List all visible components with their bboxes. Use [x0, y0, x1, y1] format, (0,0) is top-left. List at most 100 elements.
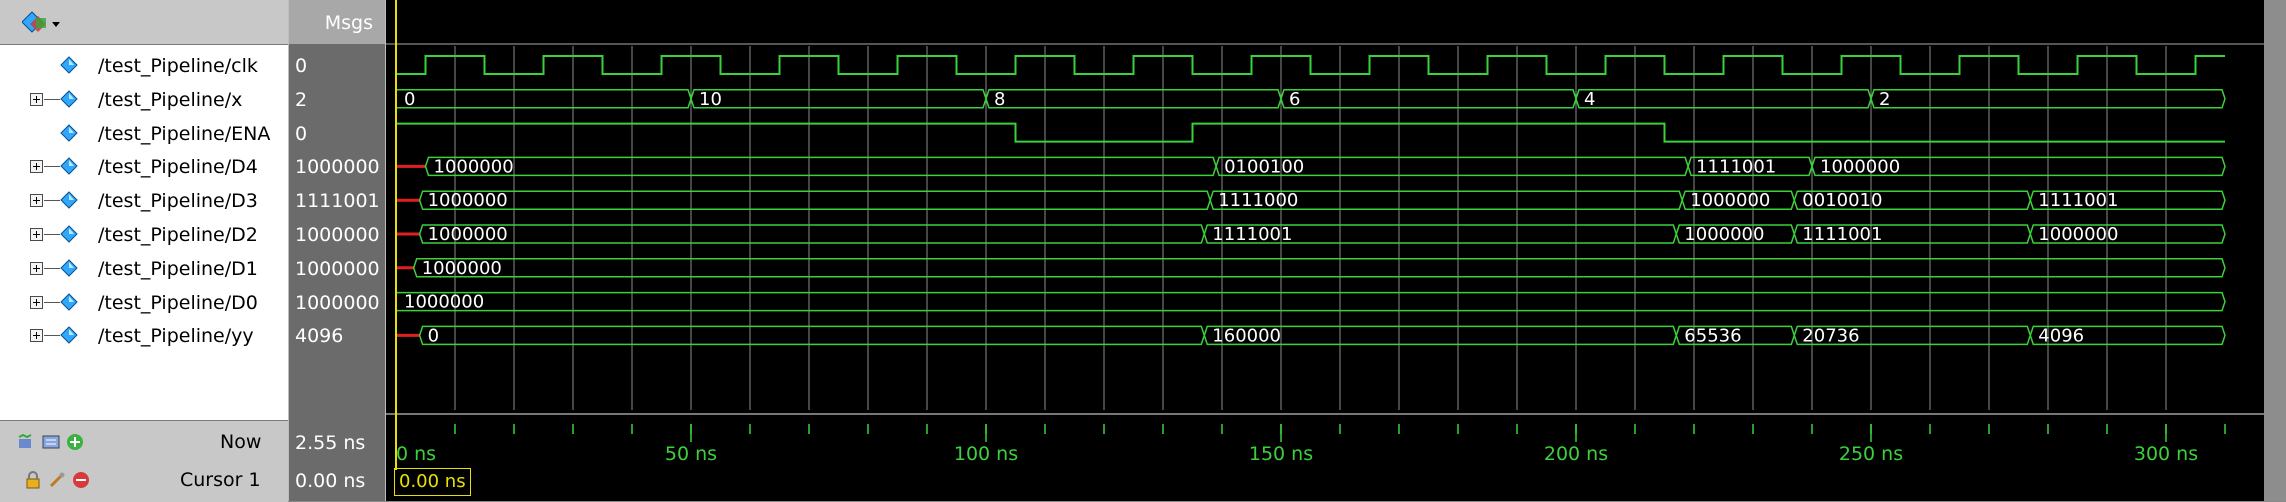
x-bus-value-label: 2	[1879, 89, 1890, 110]
signal-value: 1111001	[295, 190, 380, 213]
x-bus-value-label: 8	[994, 89, 1005, 110]
signal-row[interactable]: /test_Pipeline/ENA	[0, 116, 288, 150]
yy-bus-value-label: 4096	[2038, 325, 2084, 346]
tree-connector	[44, 98, 60, 100]
expand-toggle-icon[interactable]	[30, 228, 43, 241]
values-pane: Msgs 0 2 0 1000000 1111001 1000000 1000000 1000…	[288, 0, 387, 501]
tree-connector	[44, 200, 60, 202]
d2-bus-value-label: 1000000	[428, 224, 508, 245]
signal-row[interactable]: /test_Pipeline/D0	[0, 285, 288, 319]
d4-bus-value-label: 1111001	[1696, 156, 1776, 177]
ruler-label: 0 ns	[396, 443, 436, 465]
signal-value: 1000000	[295, 291, 380, 314]
d2-bus-value-label: 1111001	[1212, 224, 1292, 245]
signal-name: /test_Pipeline/D2	[98, 224, 258, 246]
msgs-label: Msgs	[324, 12, 373, 34]
toolbar-header	[0, 0, 288, 45]
yy-bus-value-label: 0	[428, 325, 439, 346]
signal-value: 1000000	[295, 156, 380, 179]
vertical-scrollbar[interactable]	[2264, 0, 2286, 501]
ena-waveform	[396, 122, 2225, 143]
now-label: Now	[220, 431, 262, 453]
signal-type-dropdown-icon[interactable]	[22, 10, 62, 36]
signal-value: 4096	[295, 325, 344, 348]
waveform-pane[interactable]: 0 10 8 6 4 2 1000000 0100100 1111001 1000000 10000…	[386, 0, 2286, 501]
ruler-label: 50 ns	[665, 443, 717, 465]
cursor-value: 0.00 ns	[295, 470, 366, 492]
signal-name: /test_Pipeline/D1	[98, 257, 258, 280]
signal-diamond-icon	[60, 259, 78, 277]
d3-bus-value-label: 1000000	[428, 190, 508, 211]
delete-cursor-icon[interactable]	[72, 471, 90, 489]
x-bus-segment	[985, 89, 1282, 109]
d4-bus-value-label: 0100100	[1224, 156, 1304, 177]
x-bus-value-label: 10	[699, 89, 722, 110]
wave-header-band	[386, 0, 2264, 44]
signal-name: /test_Pipeline/D4	[98, 156, 258, 179]
d3-bus-value-label: 1111001	[2038, 190, 2118, 211]
signal-diamond-icon	[60, 225, 78, 243]
yy-bus-value-label: 20736	[1802, 325, 1859, 346]
signal-name: /test_Pipeline/clk	[98, 55, 258, 77]
signal-diamond-icon	[60, 123, 78, 142]
x-bus-value-label: 0	[404, 89, 415, 110]
tree-connector	[44, 335, 60, 337]
yy-bus-value-label: 160000	[1212, 325, 1281, 346]
signal-name: /test_Pipeline/yy	[98, 325, 254, 348]
expand-toggle-icon[interactable]	[30, 160, 43, 174]
d3-bus-segment	[418, 190, 1211, 210]
tree-connector	[44, 267, 60, 269]
add-wave-icon[interactable]	[18, 433, 36, 451]
signal-name: /test_Pipeline/D3	[98, 190, 258, 213]
signal-row[interactable]: /test_Pipeline/x	[0, 82, 288, 116]
signal-diamond-icon	[60, 157, 78, 176]
d3-bus-value-label: 0010010	[1802, 190, 1882, 211]
expand-toggle-icon[interactable]	[30, 295, 43, 309]
ruler-label: 250 ns	[1839, 443, 1903, 465]
d3-bus-value-label: 1000000	[1690, 190, 1770, 211]
x-bus-segment	[1575, 89, 1872, 109]
ruler-label: 150 ns	[1249, 443, 1313, 465]
expand-toggle-icon[interactable]	[30, 329, 43, 343]
tree-connector	[44, 166, 60, 168]
d2-bus-value-label: 1000000	[1684, 224, 1764, 245]
x-bus-segment	[1280, 89, 1577, 109]
d1-bus-segment	[412, 258, 2226, 278]
ruler-label: 200 ns	[1544, 443, 1608, 465]
signal-row[interactable]: /test_Pipeline/D3	[0, 183, 288, 217]
signal-name: /test_Pipeline/x	[98, 88, 243, 111]
lock-icon[interactable]	[24, 471, 42, 489]
expand-toggle-icon[interactable]	[30, 92, 43, 106]
x-bus-segment	[690, 89, 987, 109]
cursor-edit-icon[interactable]	[48, 471, 66, 489]
insert-cursor-icon[interactable]	[42, 433, 60, 451]
x-bus-value-label: 4	[1584, 89, 1595, 110]
d0-bus-value-label: 1000000	[404, 292, 484, 313]
signal-diamond-icon	[60, 191, 78, 209]
expand-toggle-icon[interactable]	[30, 261, 43, 275]
signal-name-pane: /test_Pipeline/clk/test_Pipeline/x/test_…	[0, 0, 289, 502]
signal-value: 0	[295, 122, 308, 145]
wave-window: /test_Pipeline/clk/test_Pipeline/x/test_…	[0, 0, 2286, 502]
signal-diamond-icon	[60, 292, 78, 311]
signal-row[interactable]: /test_Pipeline/D4	[0, 149, 288, 183]
d2-bus-value-label: 1000000	[2038, 224, 2118, 245]
d1-bus-value-label: 1000000	[422, 258, 502, 279]
yy-bus-value-label: 65536	[1684, 325, 1741, 346]
now-value: 2.55 ns	[295, 432, 366, 454]
d4-bus-value-label: 1000000	[434, 156, 514, 177]
cursor-time-box[interactable]: 0.00 ns	[394, 468, 471, 496]
signal-row[interactable]: /test_Pipeline/clk	[0, 48, 288, 82]
d2-bus-value-label: 1111001	[1802, 224, 1882, 245]
signal-row[interactable]: /test_Pipeline/D1	[0, 251, 288, 285]
d4-bus-segment	[424, 156, 1217, 177]
name-footer: Now Cursor 1	[0, 420, 288, 502]
signal-diamond-icon	[60, 90, 78, 108]
tree-connector	[44, 301, 60, 303]
signal-row[interactable]: /test_Pipeline/yy	[0, 318, 288, 352]
d0-bus-segment	[395, 291, 2226, 312]
expand-toggle-icon[interactable]	[30, 194, 43, 208]
waveform-canvas[interactable]: 0 10 8 6 4 2 1000000 0100100 1111001 1000000 10000…	[386, 0, 2264, 501]
add-cursor-icon[interactable]	[66, 433, 84, 451]
signal-row[interactable]: /test_Pipeline/D2	[0, 217, 288, 251]
